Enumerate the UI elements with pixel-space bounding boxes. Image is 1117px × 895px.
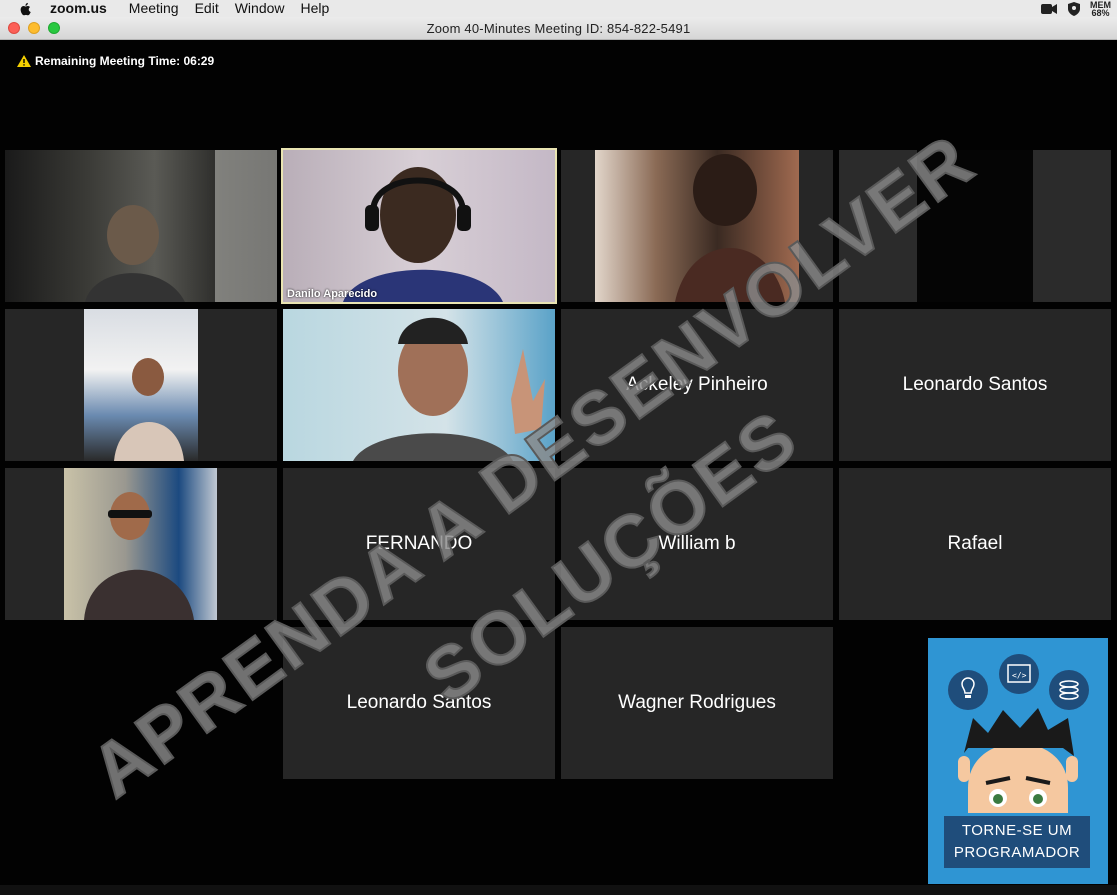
participant-silhouette (343, 167, 503, 302)
participant-silhouette (84, 492, 194, 620)
video-tile-active-speaker[interactable]: Danilo Aparecido (281, 148, 557, 304)
window-title: Zoom 40-Minutes Meeting ID: 854-822-5491 (426, 21, 691, 36)
participant-video (84, 309, 198, 461)
participant-name: William b (658, 533, 736, 554)
promo-line-2: PROGRAMADOR (953, 844, 1081, 861)
promo-badge: </> TORNE-SE UM PROGRAMADOR (928, 638, 1108, 884)
participant-name: Rafael (947, 533, 1003, 554)
participant-name: Ackeley Pinheiro (626, 374, 768, 395)
menu-help[interactable]: Help (301, 0, 330, 17)
participant-video (5, 150, 277, 302)
video-tile[interactable] (561, 150, 833, 302)
participant-video (595, 150, 799, 302)
participant-video (64, 468, 217, 620)
video-tile[interactable] (5, 150, 277, 302)
menu-app-name[interactable]: zoom.us (50, 0, 107, 17)
participant-video (283, 150, 555, 302)
menubar-status-area: MEM 68% (1040, 0, 1111, 17)
participant-tile-no-video[interactable]: Rafael (839, 468, 1111, 620)
participant-video-right (1033, 150, 1111, 302)
video-tile[interactable] (283, 309, 555, 461)
video-tile[interactable] (5, 309, 277, 461)
remaining-time-text: Remaining Meeting Time: 06:29 (35, 54, 215, 68)
participant-name-label: Danilo Aparecido (287, 288, 378, 300)
participant-tile-no-video[interactable]: Ackeley Pinheiro (561, 309, 833, 461)
shield-icon[interactable] (1068, 1, 1080, 16)
remaining-time-banner: Remaining Meeting Time: 06:29 (17, 54, 214, 68)
camera-icon[interactable] (1040, 3, 1058, 15)
participant-tile-no-video[interactable]: Wagner Rodrigues (561, 627, 833, 779)
svg-text:</>: </> (1012, 671, 1027, 680)
menu-edit[interactable]: Edit (195, 0, 219, 17)
participant-tile-no-video[interactable]: William b (561, 468, 833, 620)
participant-silhouette (675, 154, 785, 302)
participant-silhouette (353, 317, 545, 461)
menu-window[interactable]: Window (235, 0, 285, 17)
video-tile[interactable] (839, 150, 1111, 302)
window-bottom-edge (0, 885, 1117, 895)
menu-bar: zoom.us Meeting Edit Window Help MEM 68% (0, 0, 1117, 17)
participant-silhouette (114, 358, 184, 461)
participant-silhouette (85, 150, 277, 302)
participant-video-left (839, 150, 917, 302)
participant-name: Leonardo Santos (902, 374, 1048, 395)
memory-value: 68% (1091, 7, 1110, 18)
warning-icon (17, 55, 31, 67)
participant-tile-no-video[interactable]: Leonardo Santos (839, 309, 1111, 461)
participant-tile-no-video[interactable]: FERNANDO (283, 468, 555, 620)
apple-icon[interactable] (18, 2, 34, 16)
promo-line-1: TORNE-SE UM (961, 822, 1073, 839)
window-titlebar[interactable]: Zoom 40-Minutes Meeting ID: 854-822-5491 (0, 17, 1117, 40)
participant-video (283, 309, 555, 461)
participant-video-center (917, 150, 1033, 302)
menu-meeting[interactable]: Meeting (129, 0, 179, 17)
participant-name: FERNANDO (365, 533, 473, 554)
promo-plate: TORNE-SE UM PROGRAMADOR (944, 816, 1090, 868)
participant-name: Wagner Rodrigues (618, 692, 776, 713)
participant-tile-no-video[interactable]: Leonardo Santos (283, 627, 555, 779)
video-tile[interactable] (5, 468, 277, 620)
memory-indicator[interactable]: MEM 68% (1090, 0, 1111, 18)
participant-name: Leonardo Santos (346, 692, 492, 713)
